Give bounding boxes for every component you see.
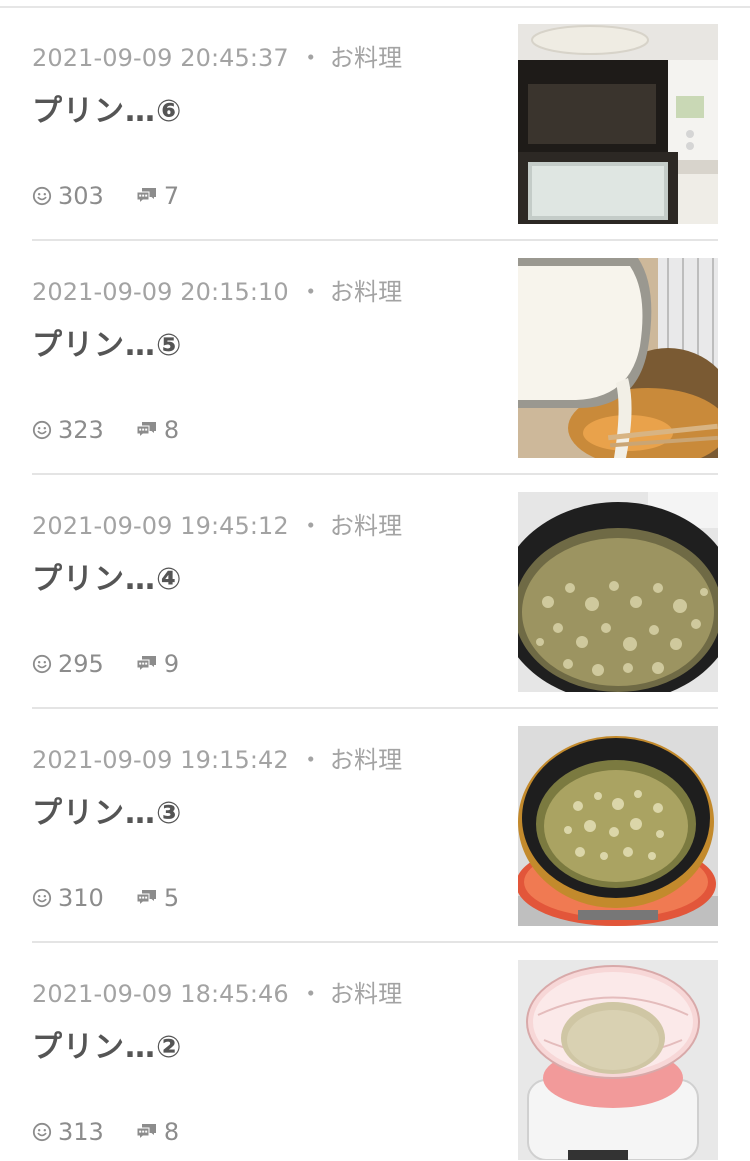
meta-separator: ・: [298, 44, 323, 72]
post-item-2[interactable]: 2021-09-09 20:15:10 ・お料理 プリン…⑤ 323 8: [32, 258, 718, 458]
post-stats: 310 5: [32, 884, 179, 912]
post-title[interactable]: プリン…③: [32, 788, 182, 832]
comment-icon: [136, 1124, 156, 1141]
likes-count: 323: [58, 416, 104, 444]
post-meta: 2021-09-09 19:15:42 ・お料理: [32, 740, 402, 775]
post-item-4[interactable]: 2021-09-09 19:15:42 ・お料理 プリン…③ 310 5: [32, 726, 718, 926]
post-category[interactable]: お料理: [330, 512, 402, 540]
post-item-3[interactable]: 2021-09-09 19:45:12 ・お料理 プリン…④ 295 9: [32, 492, 718, 692]
likes-count: 303: [58, 182, 104, 210]
post-thumbnail[interactable]: [518, 24, 718, 224]
post-timestamp: 2021-09-09 19:15:42: [32, 746, 289, 774]
post-category[interactable]: お料理: [330, 980, 402, 1008]
comment-icon: [136, 422, 156, 439]
meta-separator: ・: [298, 512, 323, 540]
post-meta: 2021-09-09 19:45:12 ・お料理: [32, 506, 402, 541]
likes-count: 313: [58, 1118, 104, 1146]
post-timestamp: 2021-09-09 20:15:10: [32, 278, 289, 306]
comment-icon: [136, 890, 156, 907]
post-title[interactable]: プリン…⑥: [32, 86, 182, 130]
comments-count: 5: [163, 884, 180, 912]
post-stats: 295 9: [32, 650, 179, 678]
post-divider: [32, 707, 718, 709]
comment-icon: [136, 188, 156, 205]
post-divider: [32, 941, 718, 943]
meta-separator: ・: [298, 278, 323, 306]
post-meta: 2021-09-09 18:45:46 ・お料理: [32, 974, 402, 1009]
comments-stat: 8: [136, 416, 179, 444]
post-meta: 2021-09-09 20:45:37 ・お料理: [32, 38, 402, 73]
comments-stat: 5: [136, 884, 179, 912]
comment-icon: [136, 656, 156, 673]
pan-on-stove-photo: [518, 726, 718, 926]
post-category[interactable]: お料理: [330, 746, 402, 774]
post-divider: [32, 239, 718, 241]
likes-stat: 310: [32, 884, 104, 912]
sugar-bowl-scale-photo: [518, 960, 718, 1160]
post-thumbnail[interactable]: [518, 492, 718, 692]
top-divider: [0, 6, 750, 8]
smiley-icon: [32, 1122, 52, 1142]
likes-count: 310: [58, 884, 104, 912]
pouring-milk-photo: [518, 258, 718, 458]
post-category[interactable]: お料理: [330, 278, 402, 306]
comments-stat: 7: [136, 182, 179, 210]
bubbling-pan-photo: [518, 492, 718, 692]
post-thumbnail[interactable]: [518, 960, 718, 1160]
post-title[interactable]: プリン…②: [32, 1022, 182, 1066]
comments-stat: 9: [136, 650, 179, 678]
post-thumbnail[interactable]: [518, 258, 718, 458]
post-divider: [32, 473, 718, 475]
comments-count: 9: [163, 650, 180, 678]
post-item-1[interactable]: 2021-09-09 20:45:37 ・お料理 プリン…⑥ 303 7: [32, 24, 718, 224]
smiley-icon: [32, 654, 52, 674]
smiley-icon: [32, 420, 52, 440]
post-timestamp: 2021-09-09 20:45:37: [32, 44, 289, 72]
likes-stat: 323: [32, 416, 104, 444]
oven-photo: [518, 24, 718, 224]
post-timestamp: 2021-09-09 19:45:12: [32, 512, 289, 540]
post-stats: 323 8: [32, 416, 179, 444]
post-timestamp: 2021-09-09 18:45:46: [32, 980, 289, 1008]
likes-stat: 313: [32, 1118, 104, 1146]
smiley-icon: [32, 186, 52, 206]
comments-count: 8: [163, 1118, 180, 1146]
comments-count: 8: [163, 416, 180, 444]
post-title[interactable]: プリン…⑤: [32, 320, 182, 364]
meta-separator: ・: [298, 746, 323, 774]
post-thumbnail[interactable]: [518, 726, 718, 926]
post-meta: 2021-09-09 20:15:10 ・お料理: [32, 272, 402, 307]
blog-post-list: 2021-09-09 20:45:37 ・お料理 プリン…⑥ 303 7 202…: [0, 0, 750, 1161]
post-item-5[interactable]: 2021-09-09 18:45:46 ・お料理 プリン…② 313 8: [32, 960, 718, 1160]
likes-count: 295: [58, 650, 104, 678]
meta-separator: ・: [298, 980, 323, 1008]
smiley-icon: [32, 888, 52, 908]
post-category[interactable]: お料理: [330, 44, 402, 72]
likes-stat: 303: [32, 182, 104, 210]
post-stats: 313 8: [32, 1118, 179, 1146]
post-stats: 303 7: [32, 182, 179, 210]
post-title[interactable]: プリン…④: [32, 554, 182, 598]
comments-count: 7: [163, 182, 180, 210]
comments-stat: 8: [136, 1118, 179, 1146]
likes-stat: 295: [32, 650, 104, 678]
